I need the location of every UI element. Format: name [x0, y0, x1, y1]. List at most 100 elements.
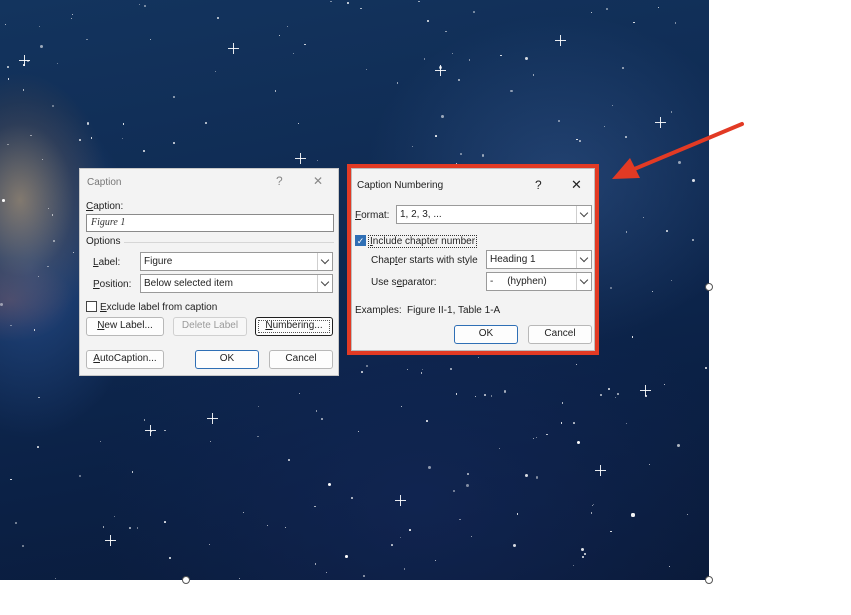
star [51, 105, 54, 108]
caption-dialog-title: Caption [87, 177, 122, 188]
star [670, 111, 673, 113]
star [579, 140, 581, 142]
star [657, 6, 660, 9]
star [37, 276, 39, 278]
numbering-button[interactable]: Numbering... [255, 317, 333, 336]
star [403, 568, 406, 570]
star [297, 122, 299, 124]
chevron-down-icon[interactable] [317, 275, 332, 292]
star [113, 515, 116, 518]
star [631, 336, 634, 339]
star [676, 443, 681, 448]
image-resize-handle-bottom-right[interactable] [705, 576, 713, 584]
caption-text-input[interactable]: Figure 1 [86, 214, 334, 232]
caption-cancel-button[interactable]: Cancel [269, 350, 333, 369]
star [396, 82, 399, 84]
star [575, 363, 578, 366]
star [100, 440, 102, 443]
star [243, 511, 245, 513]
star [143, 419, 146, 421]
star [450, 367, 453, 370]
star [173, 142, 175, 144]
star [426, 419, 428, 422]
star [363, 574, 365, 577]
star [304, 43, 306, 46]
star [7, 78, 10, 80]
star [590, 11, 592, 13]
new-label-button[interactable]: New Label... [86, 317, 164, 336]
star [286, 26, 288, 28]
star [674, 22, 677, 25]
star [358, 430, 360, 432]
star [622, 67, 624, 69]
star [468, 59, 471, 61]
star [409, 529, 411, 531]
star [285, 526, 287, 528]
star [326, 571, 328, 573]
star [143, 5, 146, 8]
star [418, 1, 420, 3]
star [421, 368, 423, 370]
star [131, 470, 134, 473]
star [345, 555, 348, 558]
help-icon[interactable]: ? [276, 174, 283, 188]
star [633, 21, 635, 24]
star [55, 577, 57, 579]
star [164, 521, 166, 523]
image-resize-handle-bottom[interactable] [182, 576, 190, 584]
star [278, 35, 280, 37]
star [293, 53, 295, 54]
star [435, 135, 437, 137]
star [510, 89, 513, 92]
star [30, 134, 32, 137]
chevron-down-icon[interactable] [317, 253, 332, 270]
star [484, 394, 487, 396]
star [581, 555, 584, 558]
star [79, 139, 81, 141]
autocaption-button[interactable]: AutoCaption... [86, 350, 164, 369]
star [314, 563, 317, 565]
star [691, 239, 694, 242]
star [365, 69, 367, 71]
star [452, 490, 455, 492]
star [599, 394, 602, 397]
star [434, 559, 437, 562]
star [465, 483, 469, 487]
star [315, 410, 318, 412]
star [316, 159, 318, 162]
image-resize-handle-right[interactable] [705, 283, 713, 291]
position-select[interactable]: Below selected item [140, 274, 333, 293]
caption-dialog-titlebar[interactable]: Caption ? ✕ [80, 169, 338, 195]
close-icon[interactable]: ✕ [313, 174, 323, 188]
star [0, 302, 4, 306]
star [217, 16, 220, 19]
star [455, 393, 458, 396]
label-select[interactable]: Figure [140, 252, 333, 271]
star [257, 435, 259, 438]
star [266, 524, 269, 527]
star [625, 422, 627, 424]
star [391, 544, 393, 546]
exclude-label-checkbox[interactable] [86, 301, 97, 312]
star [460, 153, 462, 155]
star [149, 38, 152, 41]
caption-dialog: Caption ? ✕ Caption: Figure 1 Options La… [79, 168, 339, 376]
star [39, 25, 41, 27]
star [86, 38, 88, 40]
star [346, 1, 350, 4]
delete-label-button[interactable]: Delete Label [173, 317, 247, 336]
star [10, 478, 12, 481]
star [490, 395, 493, 397]
star [423, 58, 426, 60]
star [205, 122, 207, 124]
star [47, 265, 50, 268]
star [580, 548, 585, 552]
exclude-label-text[interactable]: Exclude label from caption [100, 302, 217, 313]
star [14, 522, 17, 524]
star [668, 565, 671, 568]
star [649, 464, 651, 466]
caption-ok-button[interactable]: OK [195, 350, 259, 369]
star [70, 17, 72, 19]
options-divider [124, 242, 334, 243]
star [512, 544, 516, 548]
